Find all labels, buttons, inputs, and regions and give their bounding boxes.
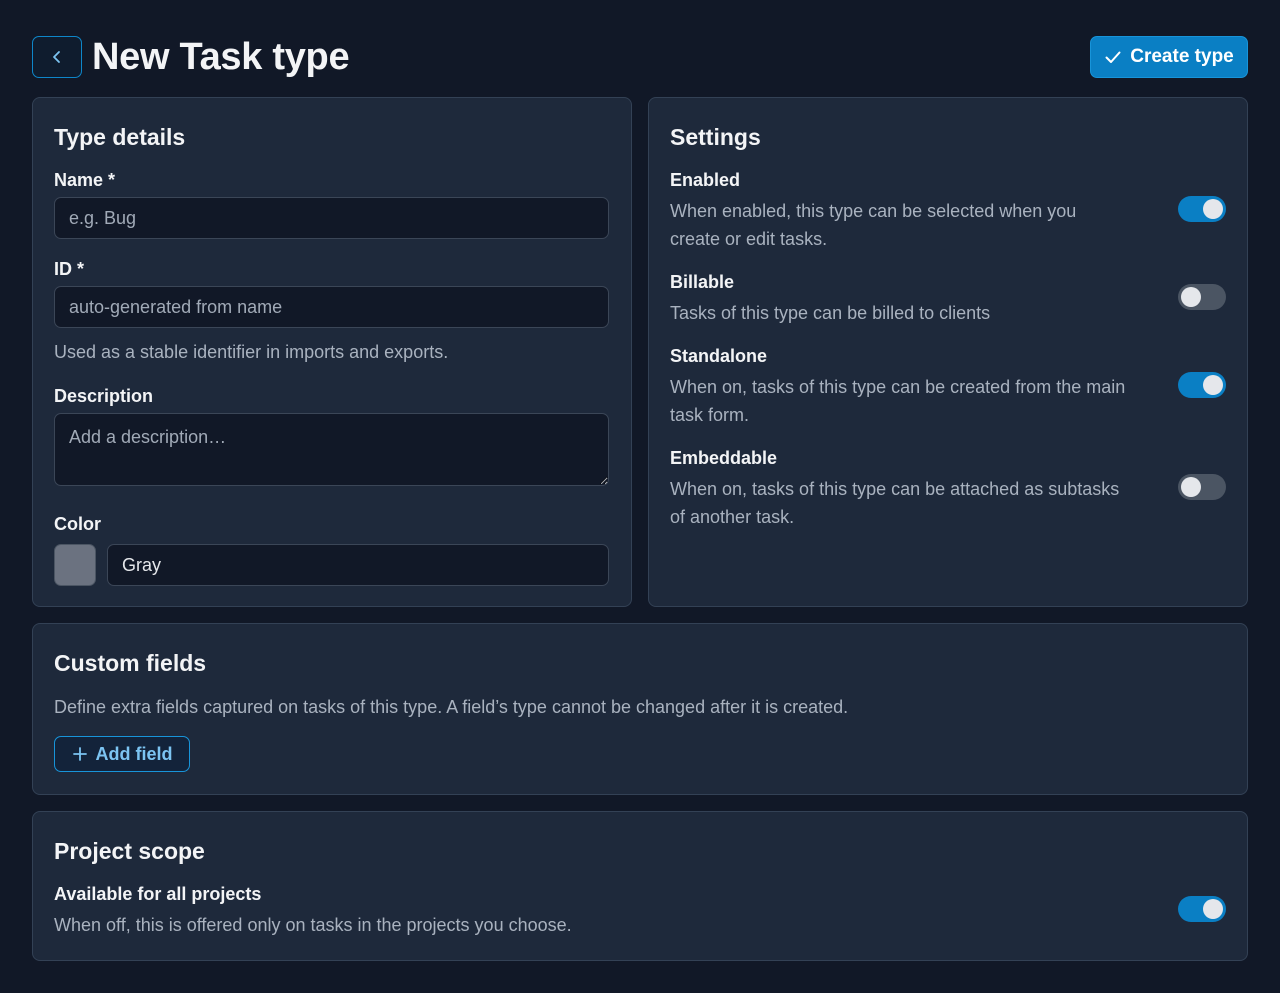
toggle-knob [1181,477,1201,497]
add-field-label: Add field [95,743,173,764]
setting-billable-toggle[interactable] [1178,284,1226,310]
setting-standalone-toggle[interactable] [1178,372,1226,398]
color-label: Color [54,514,101,534]
page-title: New Task type [92,35,350,78]
setting-enabled-desc-line1: When enabled, this type can be selected … [670,201,1077,221]
settings-title: Settings [670,124,761,150]
description-textarea[interactable] [54,413,609,486]
create-type-label: Create type [1130,46,1234,67]
setting-standalone-label: Standalone [670,346,768,366]
settings-card: Settings Enabled When enabled, this type… [648,97,1248,607]
setting-embeddable-label: Embeddable [670,448,778,468]
chevron-left-icon [53,51,60,63]
page-header: New Task type Create type [32,36,1248,78]
setting-standalone-desc-line2: task form. [670,405,750,425]
id-help-text: Used as a stable identifier in imports a… [54,342,449,362]
color-swatch[interactable] [54,544,96,586]
project-scope-card: Project scope Available for all projects… [32,811,1248,961]
create-type-button[interactable]: Create type [1090,36,1248,78]
type-details-card: Type details Name * ID * Used as a stabl… [32,97,632,607]
name-input[interactable] [54,197,609,239]
page: New Task type Create type Type details N… [0,0,1280,993]
name-label: Name * [54,170,116,190]
setting-enabled-label: Enabled [670,170,741,190]
setting-billable-label: Billable [670,272,735,292]
add-field-button[interactable]: Add field [54,736,190,772]
all-projects-description: When off, this is offered only on tasks … [54,915,572,935]
project-scope-title: Project scope [54,838,205,864]
setting-billable-desc-line1: Tasks of this type can be billed to clie… [670,303,991,323]
setting-embeddable-toggle[interactable] [1178,474,1226,500]
custom-fields-description: Define extra fields captured on tasks of… [54,697,849,717]
id-input[interactable] [54,286,609,328]
setting-embeddable-desc-line2: of another task. [670,507,795,527]
check-icon [1105,51,1121,63]
setting-enabled-desc-line2: create or edit tasks. [670,229,828,249]
setting-standalone-desc-line1: When on, tasks of this type can be creat… [670,377,1126,397]
toggle-knob [1203,199,1223,219]
back-button[interactable] [32,36,82,78]
setting-enabled-toggle[interactable] [1178,196,1226,222]
type-details-title: Type details [54,124,186,150]
id-label: ID * [54,259,85,279]
toggle-knob [1181,287,1201,307]
toggle-knob [1203,375,1223,395]
custom-fields-title: Custom fields [54,650,207,676]
setting-embeddable-desc-line1: When on, tasks of this type can be attac… [670,479,1120,499]
color-input[interactable] [107,544,609,586]
all-projects-toggle[interactable] [1178,896,1226,922]
toggle-knob [1203,899,1223,919]
custom-fields-card: Custom fields Define extra fields captur… [32,623,1248,795]
description-label: Description [54,386,154,406]
all-projects-label: Available for all projects [54,884,262,904]
plus-icon [72,747,87,761]
